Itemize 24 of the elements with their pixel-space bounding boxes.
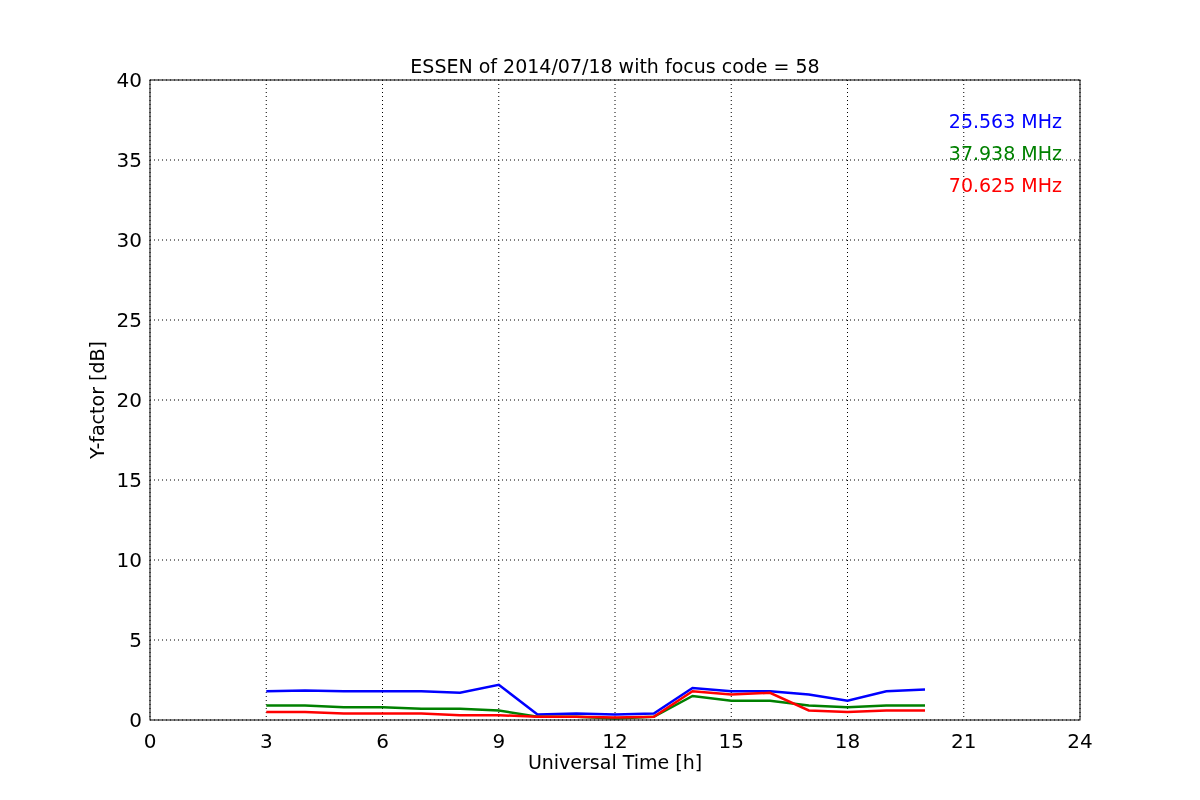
tick-label: 18 xyxy=(834,729,861,753)
axis-label: Y-factor [dB] xyxy=(86,341,108,459)
tick-label: 0 xyxy=(129,708,142,732)
legend-label: 70.625 MHz xyxy=(948,174,1062,196)
tick-label: 15 xyxy=(116,468,142,492)
tick-label: 25 xyxy=(116,308,142,332)
tick-label: 5 xyxy=(129,628,142,652)
tick-label: 40 xyxy=(116,68,142,92)
tick-label: 10 xyxy=(116,548,142,572)
tick-label: 6 xyxy=(376,729,389,753)
tick-label: 20 xyxy=(116,388,142,412)
tick-label: 21 xyxy=(951,729,977,753)
tick-label: 30 xyxy=(116,228,142,252)
tick-label: 3 xyxy=(259,729,273,753)
axis-label: Universal Time [h] xyxy=(527,751,703,773)
tick-label: 24 xyxy=(1067,729,1093,753)
legend-label: 37.938 MHz xyxy=(948,142,1062,164)
tick-label: 9 xyxy=(492,729,506,753)
chart-title: ESSEN of 2014/07/18 with focus code = 58 xyxy=(410,55,820,77)
tick-label: 15 xyxy=(718,729,744,753)
legend-label: 25.563 MHz xyxy=(948,110,1062,132)
tick-label: 35 xyxy=(116,148,142,172)
tick-label: 0 xyxy=(143,729,157,753)
tick-label: 12 xyxy=(602,729,628,753)
